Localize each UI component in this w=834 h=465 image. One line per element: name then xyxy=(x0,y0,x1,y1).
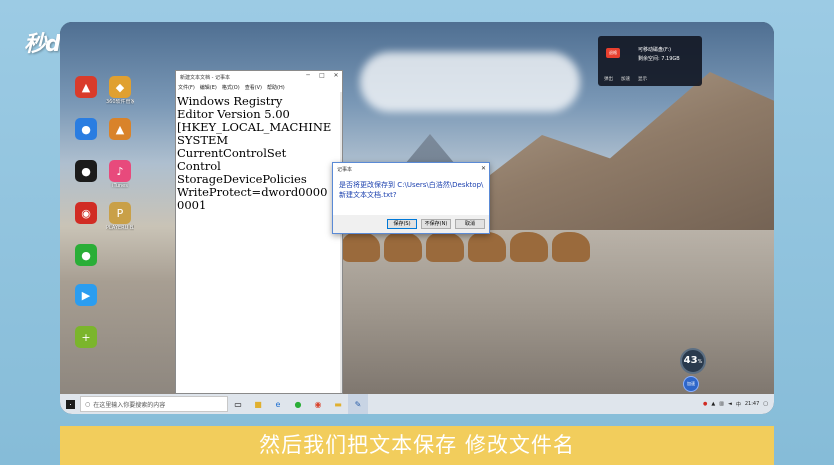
app-icon: ● xyxy=(75,244,97,266)
text-line: 0001 xyxy=(177,199,207,212)
eject-badge[interactable]: 退格 xyxy=(606,48,620,58)
tray-icon[interactable]: ● xyxy=(703,401,707,407)
folder-icon[interactable]: ▬ xyxy=(328,394,348,414)
wallpaper-camels xyxy=(342,232,652,272)
app-icon: ● xyxy=(75,160,97,182)
desktop-icon-label: PLAYERU BATTLEGR... xyxy=(106,225,134,231)
speed-widget[interactable]: 43% xyxy=(680,348,706,374)
dialog-message-line: 新建文本文档.txt? xyxy=(339,191,397,199)
disk-free-space: 剩余空间: 7.19GB xyxy=(638,56,680,62)
dialog-titlebar: 记事本 ✕ xyxy=(333,163,489,175)
tray-icon[interactable]: ▲ xyxy=(711,401,715,407)
search-placeholder: 在这里输入你要搜索的内容 xyxy=(93,401,166,409)
desktop-icon[interactable]: ▲ xyxy=(106,118,134,162)
menu-help[interactable]: 帮助(H) xyxy=(267,84,285,91)
text-line: [HKEY_LOCAL_MACHINE xyxy=(177,121,332,134)
dialog-title: 记事本 xyxy=(337,167,353,173)
desktop-icon-label: 360软件管家 xyxy=(106,99,134,105)
notepad-title: 新建文本文档 - 记事本 xyxy=(180,74,230,81)
desktop-icon[interactable]: ● xyxy=(72,244,100,288)
taskbar: ○ 在这里输入你要搜索的内容 ▭ ■ e ● ◉ ▬ ✎ ● ▲ ▥ ◄ 中 2… xyxy=(60,394,774,414)
removable-disk-popup: 退格 可移动磁盘(F:) 剩余空间: 7.19GB 弹出 加速 显示 xyxy=(598,36,702,86)
task-view-icon[interactable]: ▭ xyxy=(228,394,248,414)
dialog-close-button[interactable]: ✕ xyxy=(481,165,486,172)
caption-bar: 然后我们把文本保存 修改文件名 xyxy=(60,426,774,465)
notepad-task-icon[interactable]: ✎ xyxy=(348,394,368,414)
app-icon: ▶ xyxy=(75,284,97,306)
app-icon: ● xyxy=(75,118,97,140)
desktop-icon[interactable]: PPLAYERU BATTLEGR... xyxy=(106,202,134,246)
volume-icon[interactable]: ◄ xyxy=(728,401,732,407)
ime-icon[interactable]: 中 xyxy=(736,401,741,408)
dont-save-button[interactable]: 不保存(N) xyxy=(421,219,451,229)
app-icon: ♪ xyxy=(109,160,131,182)
text-line: Windows Registry xyxy=(177,95,283,108)
desktop-icon[interactable]: ▲ xyxy=(72,76,100,120)
close-button[interactable]: ✕ xyxy=(330,72,342,82)
desktop-icon-label: iTunes xyxy=(112,183,128,189)
text-line: CurrentControlSet xyxy=(177,147,287,160)
eject-link[interactable]: 弹出 xyxy=(604,76,613,82)
subtitle-caption: 然后我们把文本保存 修改文件名 xyxy=(259,433,575,457)
speed-link[interactable]: 加速 xyxy=(621,76,630,82)
app-icon: P xyxy=(109,202,131,224)
network-icon[interactable]: ▥ xyxy=(719,401,724,407)
menu-file[interactable]: 文件(F) xyxy=(178,84,195,91)
menu-format[interactable]: 格式(O) xyxy=(222,84,240,91)
text-line: Editor Version 5.00 xyxy=(177,108,290,121)
text-line: WriteProtect=dword0000 xyxy=(177,186,328,199)
cancel-button[interactable]: 取消 xyxy=(455,219,485,229)
wallpaper-cloud xyxy=(360,52,580,112)
desktop-icon[interactable]: ● xyxy=(72,118,100,162)
text-line: StorageDevicePolicies xyxy=(177,173,307,186)
speed-unit: % xyxy=(697,359,703,365)
desktop-icon[interactable]: ● xyxy=(72,160,100,204)
desktop-icon[interactable]: + xyxy=(72,326,100,370)
disk-name: 可移动磁盘(F:) xyxy=(638,47,672,53)
boost-button[interactable]: 加速 xyxy=(683,376,699,392)
chrome-icon[interactable]: ◉ xyxy=(308,394,328,414)
text-line: SYSTEM xyxy=(177,134,229,147)
speed-value: 43 xyxy=(683,355,698,366)
dialog-message: 是否将更改保存到 C:\Users\白浩然\Desktop\ 新建文本文档.tx… xyxy=(333,175,489,200)
text-line: Control xyxy=(177,160,221,173)
app-icon: + xyxy=(75,326,97,348)
desktop-icon[interactable]: ◆ 360软件管家 xyxy=(106,76,134,120)
mouse-cursor-icon xyxy=(336,119,340,125)
windows-logo-icon xyxy=(65,399,75,409)
maximize-button[interactable]: □ xyxy=(316,72,328,82)
disk-popup-actions: 弹出 加速 显示 xyxy=(604,76,647,82)
notepad-menubar: 文件(F) 编辑(E) 格式(O) 查看(V) 帮助(H) xyxy=(176,83,342,92)
save-changes-dialog: 记事本 ✕ 是否将更改保存到 C:\Users\白浩然\Desktop\ 新建文… xyxy=(332,162,490,234)
app-icon: ◉ xyxy=(75,202,97,224)
save-button[interactable]: 保存(S) xyxy=(387,219,417,229)
wechat-icon[interactable]: ● xyxy=(288,394,308,414)
menu-view[interactable]: 查看(V) xyxy=(245,84,262,91)
desktop-icon[interactable]: ◉ xyxy=(72,202,100,246)
taskbar-search-box[interactable]: ○ 在这里输入你要搜索的内容 xyxy=(80,396,228,412)
desktop-icon[interactable]: ♪ iTunes xyxy=(106,160,134,204)
screen: 新建文本文档 - 记事本 ─ □ ✕ 文件(F) 编辑(E) 格式(O) 查看(… xyxy=(60,22,774,414)
app-icon: ▲ xyxy=(109,118,131,140)
menu-edit[interactable]: 编辑(E) xyxy=(200,84,217,91)
clock[interactable]: 21:47 xyxy=(745,401,759,407)
notepad-scrollbar[interactable] xyxy=(340,92,342,393)
start-button[interactable] xyxy=(60,394,80,414)
notepad-window[interactable]: 新建文本文档 - 记事本 ─ □ ✕ 文件(F) 编辑(E) 格式(O) 查看(… xyxy=(175,70,343,394)
notepad-text-area[interactable]: Windows Registry Editor Version 5.00 [HK… xyxy=(176,92,342,212)
system-tray: ● ▲ ▥ ◄ 中 21:47 ▢ xyxy=(703,401,774,408)
desktop-icon[interactable]: ▶ xyxy=(72,284,100,328)
notepad-titlebar[interactable]: 新建文本文档 - 记事本 ─ □ ✕ xyxy=(176,71,342,83)
app-icon: ▲ xyxy=(75,76,97,98)
notification-icon[interactable]: ▢ xyxy=(763,401,768,407)
file-explorer-icon[interactable]: ■ xyxy=(248,394,268,414)
dialog-message-line: 是否将更改保存到 C:\Users\白浩然\Desktop\ xyxy=(339,181,484,189)
dialog-button-bar: 保存(S) 不保存(N) 取消 xyxy=(333,215,489,233)
edge-browser-icon[interactable]: e xyxy=(268,394,288,414)
show-link[interactable]: 显示 xyxy=(638,76,647,82)
app-icon: ◆ xyxy=(109,76,131,98)
search-icon: ○ xyxy=(85,400,91,408)
minimize-button[interactable]: ─ xyxy=(302,72,314,82)
